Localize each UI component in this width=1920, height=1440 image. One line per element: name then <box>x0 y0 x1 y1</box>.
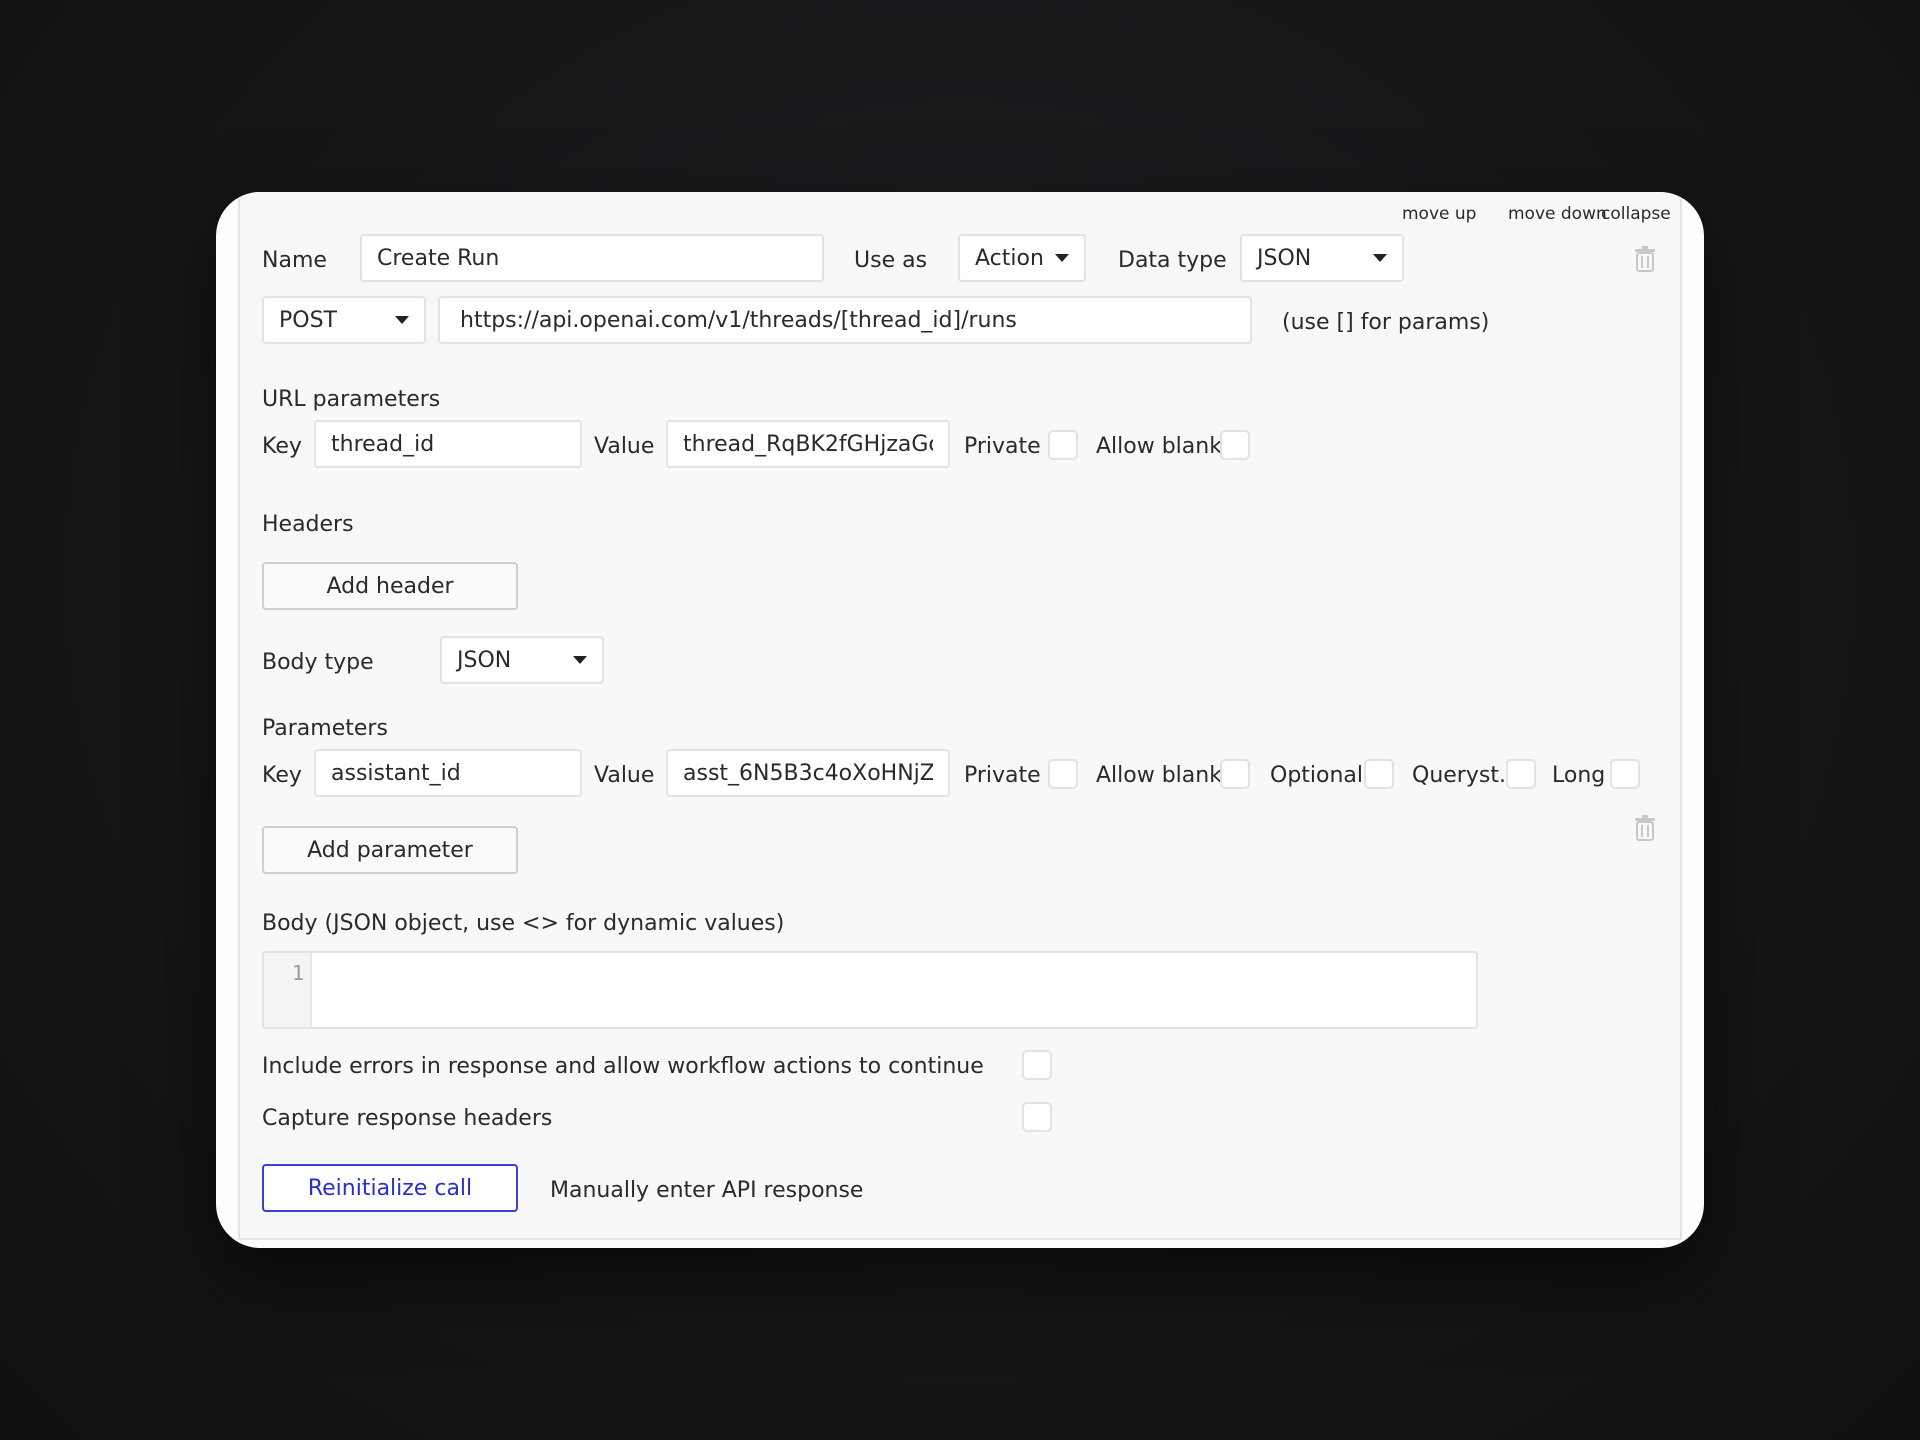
param-private-label: Private <box>964 763 1041 788</box>
param-key-label: Key <box>262 763 302 788</box>
param-long-checkbox[interactable] <box>1610 759 1640 789</box>
body-type-value: JSON <box>457 647 512 673</box>
api-call-panel: move up move down collapse Name Use as A… <box>238 192 1682 1240</box>
param-optional-label: Optional <box>1270 763 1364 788</box>
param-value-input[interactable] <box>666 749 950 797</box>
use-as-select[interactable]: Action <box>958 234 1086 282</box>
url-param-value-text[interactable] <box>683 431 933 457</box>
param-value-label: Value <box>594 763 655 788</box>
url-param-allow-blank-checkbox[interactable] <box>1220 430 1250 460</box>
collapse-link[interactable]: collapse <box>1601 204 1671 224</box>
move-down-link[interactable]: move down <box>1508 204 1607 224</box>
chevron-down-icon <box>573 656 587 664</box>
trash-icon[interactable] <box>1634 815 1656 841</box>
headers-title: Headers <box>262 512 354 537</box>
include-errors-checkbox[interactable] <box>1022 1050 1052 1080</box>
manual-response-link[interactable]: Manually enter API response <box>550 1180 863 1202</box>
param-allow-blank-checkbox[interactable] <box>1220 759 1250 789</box>
method-select[interactable]: POST <box>262 296 426 344</box>
param-value-text[interactable] <box>683 760 933 786</box>
body-type-select[interactable]: JSON <box>440 636 604 684</box>
use-as-label: Use as <box>854 248 928 273</box>
url-input-text[interactable] <box>460 307 1235 333</box>
url-param-private-label: Private <box>964 434 1041 459</box>
trash-icon[interactable] <box>1634 246 1656 272</box>
param-queryst-checkbox[interactable] <box>1506 759 1536 789</box>
body-type-label: Body type <box>262 650 374 675</box>
url-parameters-title: URL parameters <box>262 387 441 412</box>
param-optional-checkbox[interactable] <box>1364 759 1394 789</box>
body-code-editor[interactable]: 1 <box>262 951 1478 1029</box>
url-param-value-input[interactable] <box>666 420 950 468</box>
url-param-value-label: Value <box>594 434 655 459</box>
move-up-link[interactable]: move up <box>1402 204 1476 224</box>
url-param-key-text[interactable] <box>331 431 565 457</box>
url-input[interactable] <box>438 296 1252 344</box>
reinitialize-call-button[interactable]: Reinitialize call <box>262 1164 518 1212</box>
parameters-title: Parameters <box>262 716 388 741</box>
body-label: Body (JSON object, use <> for dynamic va… <box>262 911 785 936</box>
param-queryst-label: Queryst. <box>1412 763 1506 788</box>
editor-gutter: 1 <box>264 953 312 1027</box>
param-key-input[interactable] <box>314 749 582 797</box>
data-type-label: Data type <box>1118 248 1227 273</box>
data-type-value: JSON <box>1257 245 1312 271</box>
chevron-down-icon <box>1373 254 1387 262</box>
name-input-text[interactable] <box>377 245 807 271</box>
capture-headers-label: Capture response headers <box>262 1106 553 1131</box>
name-input[interactable] <box>360 234 824 282</box>
url-param-allow-blank-label: Allow blank <box>1096 434 1222 459</box>
api-call-card: move up move down collapse Name Use as A… <box>216 192 1704 1248</box>
name-label: Name <box>262 248 327 273</box>
chevron-down-icon <box>1055 254 1069 262</box>
include-errors-label: Include errors in response and allow wor… <box>262 1054 984 1079</box>
line-number: 1 <box>291 961 304 985</box>
use-as-value: Action <box>975 245 1044 271</box>
method-value: POST <box>279 307 337 333</box>
param-long-label: Long <box>1552 763 1606 788</box>
add-parameter-button[interactable]: Add parameter <box>262 826 518 874</box>
url-param-key-label: Key <box>262 434 302 459</box>
url-param-key-input[interactable] <box>314 420 582 468</box>
add-header-button[interactable]: Add header <box>262 562 518 610</box>
url-param-private-checkbox[interactable] <box>1048 430 1078 460</box>
param-private-checkbox[interactable] <box>1048 759 1078 789</box>
data-type-select[interactable]: JSON <box>1240 234 1404 282</box>
param-key-text[interactable] <box>331 760 565 786</box>
param-allow-blank-label: Allow blank <box>1096 763 1222 788</box>
url-hint: (use [] for params) <box>1282 310 1490 335</box>
chevron-down-icon <box>395 316 409 324</box>
capture-headers-checkbox[interactable] <box>1022 1102 1052 1132</box>
